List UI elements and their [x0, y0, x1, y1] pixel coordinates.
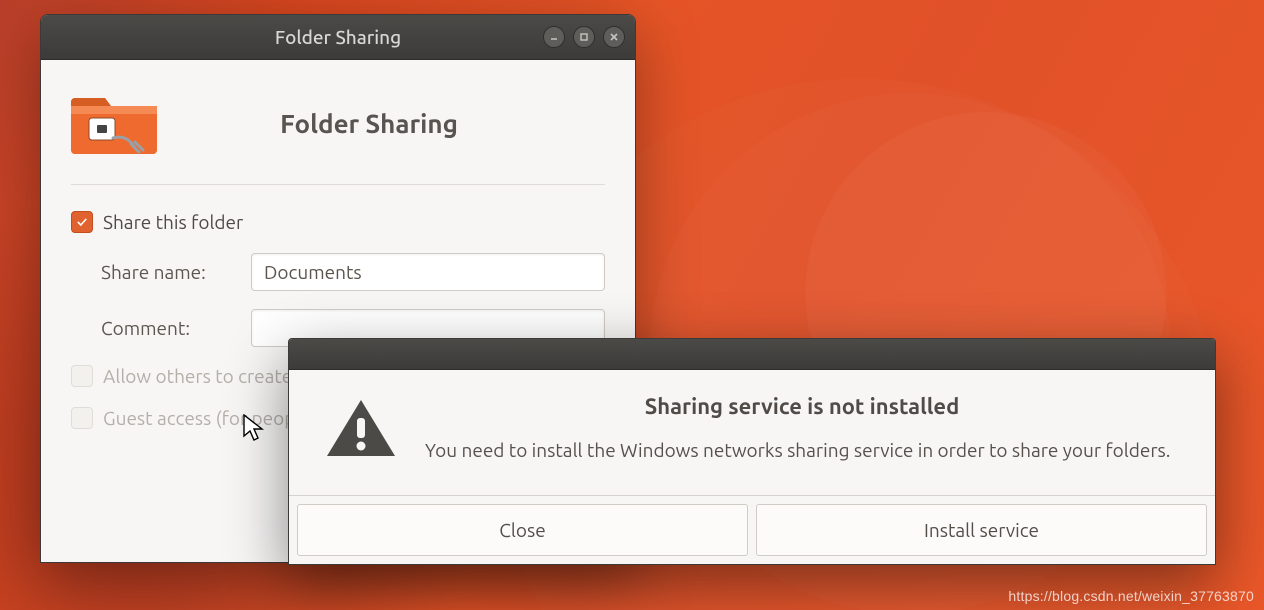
allow-others-checkbox[interactable] [71, 365, 93, 387]
page-title: Folder Sharing [193, 109, 605, 138]
share-name-input[interactable] [251, 253, 605, 291]
watermark: https://blog.csdn.net/weixin_37763870 [1008, 588, 1254, 604]
window-titlebar[interactable]: Folder Sharing [41, 15, 635, 60]
close-button[interactable]: Close [297, 504, 748, 556]
sharing-service-dialog: Sharing service is not installed You nee… [288, 338, 1216, 565]
dialog-title: Sharing service is not installed [425, 394, 1179, 419]
maximize-button[interactable] [573, 26, 595, 48]
share-name-label: Share name: [101, 261, 251, 283]
window-controls [543, 15, 625, 59]
warning-icon [325, 398, 397, 465]
desktop-background: Folder Sharing [0, 0, 1264, 610]
minimize-button[interactable] [543, 26, 565, 48]
comment-label: Comment: [101, 317, 251, 339]
dialog-body: Sharing service is not installed You nee… [289, 370, 1215, 495]
share-name-row: Share name: [71, 253, 605, 291]
dialog-text: Sharing service is not installed You nee… [425, 394, 1179, 465]
shared-folder-icon [71, 84, 157, 162]
header-row: Folder Sharing [71, 84, 605, 185]
share-this-folder-checkbox[interactable] [71, 211, 93, 233]
close-button[interactable] [603, 26, 625, 48]
dialog-titlebar[interactable] [289, 339, 1215, 370]
install-service-button[interactable]: Install service [756, 504, 1207, 556]
share-this-folder-label: Share this folder [103, 211, 243, 233]
dialog-message: You need to install the Windows networks… [425, 437, 1179, 465]
window-title: Folder Sharing [275, 26, 401, 48]
guest-access-checkbox[interactable] [71, 407, 93, 429]
dialog-button-row: Close Install service [289, 495, 1215, 564]
install-service-button-label: Install service [924, 519, 1039, 541]
close-button-label: Close [499, 519, 545, 541]
share-this-folder-row[interactable]: Share this folder [71, 211, 605, 233]
